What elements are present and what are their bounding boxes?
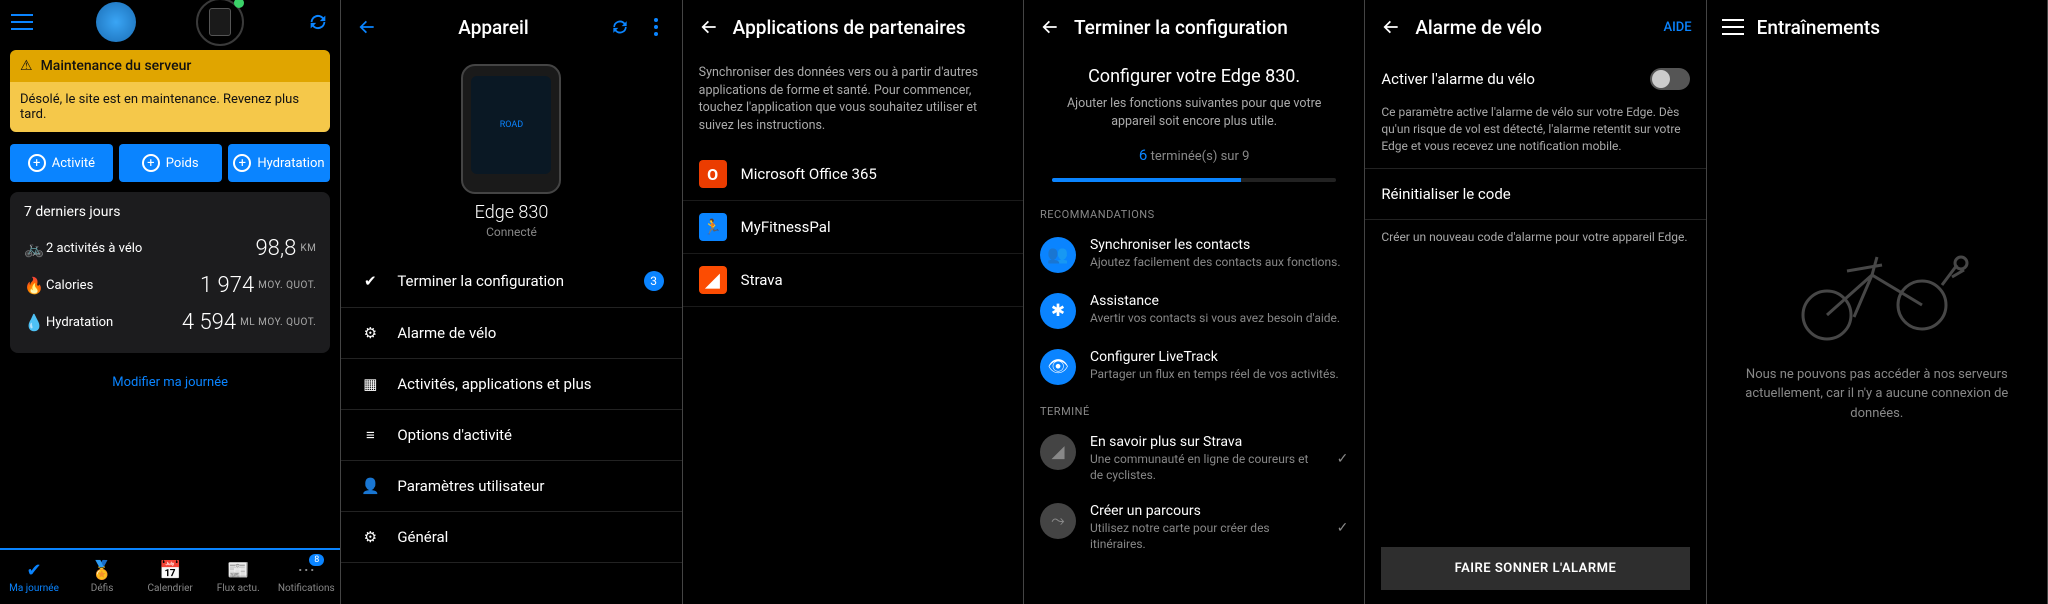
add-weight-button[interactable]: +Poids	[119, 144, 222, 182]
last-7-days-card[interactable]: 7 derniers jours 🚲 2 activités à vélo 98…	[10, 192, 330, 353]
back-arrow-icon[interactable]	[697, 15, 721, 39]
edit-day-link[interactable]: Modifier ma journée	[0, 363, 340, 406]
setup-subtitle: Ajouter les fonctions suivantes pour que…	[1052, 95, 1336, 130]
flame-icon: 🔥	[24, 276, 46, 295]
empty-state-text: Nous ne pouvons pas accéder à nos serveu…	[1737, 365, 2017, 424]
check-icon: ✓	[1337, 451, 1349, 467]
add-activity-button[interactable]: +Activité	[10, 144, 113, 182]
ring-alarm-button[interactable]: FAIRE SONNER L'ALARME	[1381, 547, 1689, 590]
device-image: ROAD	[461, 64, 561, 194]
add-hydration-button[interactable]: +Hydratation	[228, 144, 331, 182]
reco-livetrack[interactable]: 👁 Configurer LiveTrackPartager un flux e…	[1024, 339, 1364, 395]
user-icon: 👤	[359, 477, 381, 495]
reco-sync-contacts[interactable]: 👥 Synchroniser les contactsAjoutez facil…	[1024, 227, 1364, 283]
device-status: Connecté	[341, 225, 681, 239]
app-office365[interactable]: OMicrosoft Office 365	[683, 148, 1023, 201]
bike-icon: 🚲	[24, 239, 46, 258]
check-icon: ✔	[26, 560, 41, 581]
nav-myday[interactable]: ✔Ma journée	[0, 550, 68, 604]
calendar-icon: 📅	[159, 560, 181, 581]
contacts-icon: 👥	[1040, 237, 1076, 273]
nav-calendar[interactable]: 📅Calendrier	[136, 550, 204, 604]
plus-icon: +	[28, 154, 46, 172]
gear-icon: ⚙	[359, 324, 381, 342]
item-activities-apps[interactable]: ▦Activités, applications et plus	[341, 359, 681, 410]
progress-bar	[1052, 178, 1336, 182]
back-arrow-icon[interactable]	[1379, 15, 1403, 39]
strava-icon: ◢	[1040, 434, 1076, 470]
eye-icon: 👁	[1040, 349, 1076, 385]
sync-icon[interactable]	[608, 15, 632, 39]
route-icon: ⤳	[1040, 503, 1076, 539]
app-myfitnesspal[interactable]: 🏃MyFitnessPal	[683, 201, 1023, 254]
menu-icon[interactable]	[8, 8, 36, 36]
item-general[interactable]: ⚙Général	[341, 512, 681, 563]
nav-notifications[interactable]: 8⋯Notifications	[272, 550, 340, 604]
item-user-settings[interactable]: 👤Paramètres utilisateur	[341, 461, 681, 512]
item-bike-alarm[interactable]: ⚙Alarme de vélo	[341, 308, 681, 359]
drop-icon: 💧	[24, 313, 46, 332]
device-name: Edge 830	[341, 202, 681, 223]
myfitnesspal-icon: 🏃	[699, 213, 727, 241]
menu-icon[interactable]	[1721, 15, 1745, 39]
sliders-icon: ≡	[359, 426, 381, 444]
description: Synchroniser des données vers ou à parti…	[683, 54, 1023, 148]
page-title: Entraînements	[1757, 16, 2033, 39]
section-recommendations: RECOMMANDATIONS	[1024, 198, 1364, 227]
check-icon: ✓	[1337, 520, 1349, 536]
setup-heading: Configurer votre Edge 830.	[1024, 66, 1364, 87]
page-title: Applications de partenaires	[733, 16, 1009, 39]
nav-newsfeed[interactable]: 📰Flux actu.	[204, 550, 272, 604]
back-arrow-icon[interactable]	[1038, 15, 1062, 39]
setup-progress-text: 6 terminée(s) sur 9	[1024, 146, 1364, 164]
app-strava[interactable]: ◢Strava	[683, 254, 1023, 307]
reco-assistance[interactable]: ✱ AssistanceAvertir vos contacts si vous…	[1024, 283, 1364, 339]
toggle-label: Activer l'alarme du vélo	[1381, 70, 1649, 88]
alarm-toggle[interactable]	[1650, 68, 1690, 90]
sync-icon[interactable]	[304, 8, 332, 36]
item-activity-options[interactable]: ≡Options d'activité	[341, 410, 681, 461]
plus-icon: +	[233, 154, 251, 172]
toggle-description: Ce paramètre active l'alarme de vélo sur…	[1365, 104, 1705, 169]
more-icon[interactable]	[644, 15, 668, 39]
grid-icon: ▦	[359, 375, 381, 393]
gear-icon: ⚙	[359, 528, 381, 546]
warning-icon: ⚠	[20, 58, 33, 74]
done-strava[interactable]: ◢ En savoir plus sur StravaUne communaut…	[1024, 424, 1364, 493]
card-title: 7 derniers jours	[24, 204, 316, 220]
finish-badge: 3	[644, 271, 664, 291]
item-finish-setup[interactable]: ✔ Terminer la configuration 3	[341, 255, 681, 308]
reset-code-row[interactable]: Réinitialiser le code	[1365, 169, 1705, 220]
assistance-icon: ✱	[1040, 293, 1076, 329]
section-done: TERMINÉ	[1024, 395, 1364, 424]
banner-title: Maintenance du serveur	[41, 58, 192, 74]
strava-icon: ◢	[699, 266, 727, 294]
globe-icon[interactable]	[96, 2, 136, 42]
page-title: Terminer la configuration	[1074, 16, 1350, 39]
page-title: Appareil	[391, 16, 595, 39]
checklist-icon: ✔	[359, 272, 381, 290]
office365-icon: O	[699, 160, 727, 188]
reset-description: Créer un nouveau code d'alarme pour votr…	[1365, 220, 1705, 254]
maintenance-banner: ⚠ Maintenance du serveur Désolé, le site …	[10, 50, 330, 132]
fallen-bike-icon	[1782, 235, 1972, 345]
done-create-course[interactable]: ⤳ Créer un parcoursUtilisez notre carte …	[1024, 493, 1364, 562]
notification-badge: 8	[309, 554, 324, 566]
page-title: Alarme de vélo	[1415, 16, 1651, 39]
plus-icon: +	[142, 154, 160, 172]
banner-body: Désolé, le site est en maintenance. Reve…	[10, 82, 330, 132]
feed-icon: 📰	[227, 560, 249, 581]
nav-challenges[interactable]: 🏅Défis	[68, 550, 136, 604]
help-link[interactable]: AIDE	[1664, 20, 1692, 35]
back-arrow-icon[interactable]	[355, 15, 379, 39]
trophy-icon: 🏅	[91, 560, 113, 581]
device-avatar[interactable]	[196, 0, 244, 46]
